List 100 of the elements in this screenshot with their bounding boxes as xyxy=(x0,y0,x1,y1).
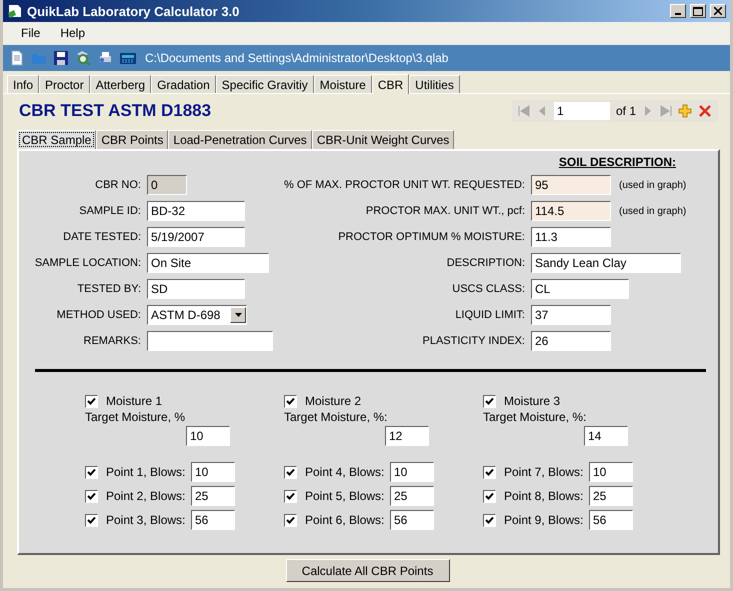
input-field[interactable]: 26 xyxy=(531,331,611,351)
input-field[interactable] xyxy=(147,331,273,351)
record-count: of 1 xyxy=(616,104,636,118)
input-field[interactable]: 10 xyxy=(390,462,434,482)
magnifier-icon[interactable] xyxy=(75,50,91,66)
input-field[interactable]: Sandy Lean Clay xyxy=(531,253,681,273)
input-field[interactable]: 14 xyxy=(584,426,628,446)
field-label: METHOD USED: xyxy=(56,309,141,321)
checkbox-label: Point 6, Blows: xyxy=(305,513,386,527)
checkbox-label: Moisture 3 xyxy=(504,394,560,408)
input-field[interactable]: 25 xyxy=(390,486,434,506)
input-field[interactable]: 10 xyxy=(186,426,230,446)
input-field[interactable]: 56 xyxy=(390,510,434,530)
tab[interactable]: Load-Penetration Curves xyxy=(168,130,312,149)
tab[interactable]: Proctor xyxy=(39,75,90,93)
delete-icon[interactable] xyxy=(698,104,712,118)
file-path: C:\Documents and Settings\Administrator\Desktop\3.qlab xyxy=(145,51,448,65)
field-label: SAMPLE LOCATION: xyxy=(34,257,141,269)
checkbox[interactable] xyxy=(284,514,297,526)
checkbox-label: Point 3, Blows: xyxy=(106,513,186,527)
tab[interactable]: Gradation xyxy=(151,75,216,93)
checkbox-label: Moisture 1 xyxy=(106,394,162,408)
page-heading: CBR TEST ASTM D1883 xyxy=(19,101,212,121)
input-field[interactable]: 0 xyxy=(147,175,187,195)
checkbox[interactable] xyxy=(284,394,297,408)
input-field[interactable]: 10 xyxy=(589,462,633,482)
section-title: SOIL DESCRIPTION: xyxy=(558,155,676,169)
checkbox[interactable] xyxy=(85,466,98,478)
field-label: PROCTOR OPTIMUM % MOISTURE: xyxy=(337,231,525,243)
menu-item[interactable]: Help xyxy=(52,24,94,42)
checkbox-label: Point 9, Blows: xyxy=(504,513,584,527)
tab[interactable]: CBR xyxy=(372,74,410,94)
save-icon[interactable] xyxy=(53,50,69,66)
checkbox[interactable] xyxy=(85,394,98,408)
input-field[interactable]: 25 xyxy=(191,486,235,506)
field-label: DESCRIPTION: xyxy=(446,257,525,269)
input-field[interactable]: 11.3 xyxy=(531,227,611,247)
input-field[interactable]: 10 xyxy=(191,462,235,482)
checkbox[interactable] xyxy=(483,514,496,526)
field-label: PLASTICITY INDEX: xyxy=(422,335,525,347)
calculator-icon[interactable] xyxy=(119,50,137,66)
checkbox-label: Point 4, Blows: xyxy=(305,465,386,479)
input-field[interactable]: 56 xyxy=(589,510,633,530)
input-field[interactable]: 25 xyxy=(589,486,633,506)
field-label: Target Moisture, %: xyxy=(284,410,388,424)
field-label: Target Moisture, %: xyxy=(483,410,588,424)
checkbox-label: Point 7, Blows: xyxy=(504,465,584,479)
maximize-icon xyxy=(693,6,703,16)
field-note: (used in graph) xyxy=(619,206,686,216)
tab[interactable]: CBR-Unit Weight Curves xyxy=(312,130,454,149)
field-note: (used in graph) xyxy=(619,180,686,190)
tab[interactable]: Utilities xyxy=(409,75,460,93)
checkbox[interactable] xyxy=(483,394,496,408)
input-field[interactable]: On Site xyxy=(147,253,269,273)
checkbox-label: Point 2, Blows: xyxy=(106,489,186,503)
input-field[interactable]: BD-32 xyxy=(147,201,245,221)
record-field[interactable]: 1 xyxy=(554,102,610,120)
tab[interactable]: CBR Sample xyxy=(17,130,96,149)
tab[interactable]: Info xyxy=(7,75,40,93)
maximize-button[interactable] xyxy=(690,4,706,18)
checkbox-label: Moisture 2 xyxy=(305,394,362,408)
input-field[interactable]: 56 xyxy=(191,510,235,530)
checkbox[interactable] xyxy=(284,466,297,478)
checkbox-label: Point 1, Blows: xyxy=(106,465,186,479)
close-button[interactable] xyxy=(710,4,726,18)
app-icon xyxy=(7,3,23,19)
field-label: USCS CLASS: xyxy=(451,283,525,295)
input-field[interactable]: 5/19/2007 xyxy=(147,227,245,247)
field-label: REMARKS: xyxy=(82,335,141,347)
checkbox-label: Point 5, Blows: xyxy=(305,489,386,503)
input-field[interactable]: 114.5 xyxy=(531,201,611,221)
close-icon xyxy=(714,7,722,15)
input-field[interactable]: 37 xyxy=(531,305,611,325)
input-field[interactable]: 95 xyxy=(531,175,611,195)
checkbox[interactable] xyxy=(483,490,496,502)
field-label: CBR NO: xyxy=(94,179,141,191)
field-label: % OF MAX. PROCTOR UNIT WT. REQUESTED: xyxy=(282,179,525,191)
input-field[interactable]: 12 xyxy=(385,426,429,446)
field-label: Target Moisture, % xyxy=(85,410,186,424)
tab[interactable]: Specific Gravitiy xyxy=(216,75,314,93)
field-label: TESTED BY: xyxy=(76,283,141,295)
input-field[interactable]: CL xyxy=(531,279,629,299)
checkbox[interactable] xyxy=(85,514,98,526)
menu-item[interactable]: File xyxy=(13,24,48,42)
field-label: DATE TESTED: xyxy=(62,231,141,243)
input-field[interactable]: SD xyxy=(147,279,245,299)
tab[interactable]: CBR Points xyxy=(96,130,168,149)
field-label: LIQUID LIMIT: xyxy=(454,309,525,321)
checkbox-label: Point 8, Blows: xyxy=(504,489,584,503)
tab[interactable]: Atterberg xyxy=(90,75,152,93)
tab[interactable]: Moisture xyxy=(314,75,372,93)
field-label: SAMPLE ID: xyxy=(78,205,141,217)
calculate-button[interactable]: Calculate All CBR Points xyxy=(286,559,450,582)
checkbox[interactable] xyxy=(85,490,98,502)
checkbox[interactable] xyxy=(483,466,496,478)
minimize-button[interactable] xyxy=(670,4,686,18)
window-title: QuikLab Laboratory Calculator 3.0 xyxy=(27,4,240,18)
new-file-icon[interactable] xyxy=(9,50,25,66)
checkbox[interactable] xyxy=(284,490,297,502)
dropdown[interactable]: ASTM D-698 xyxy=(147,305,247,325)
